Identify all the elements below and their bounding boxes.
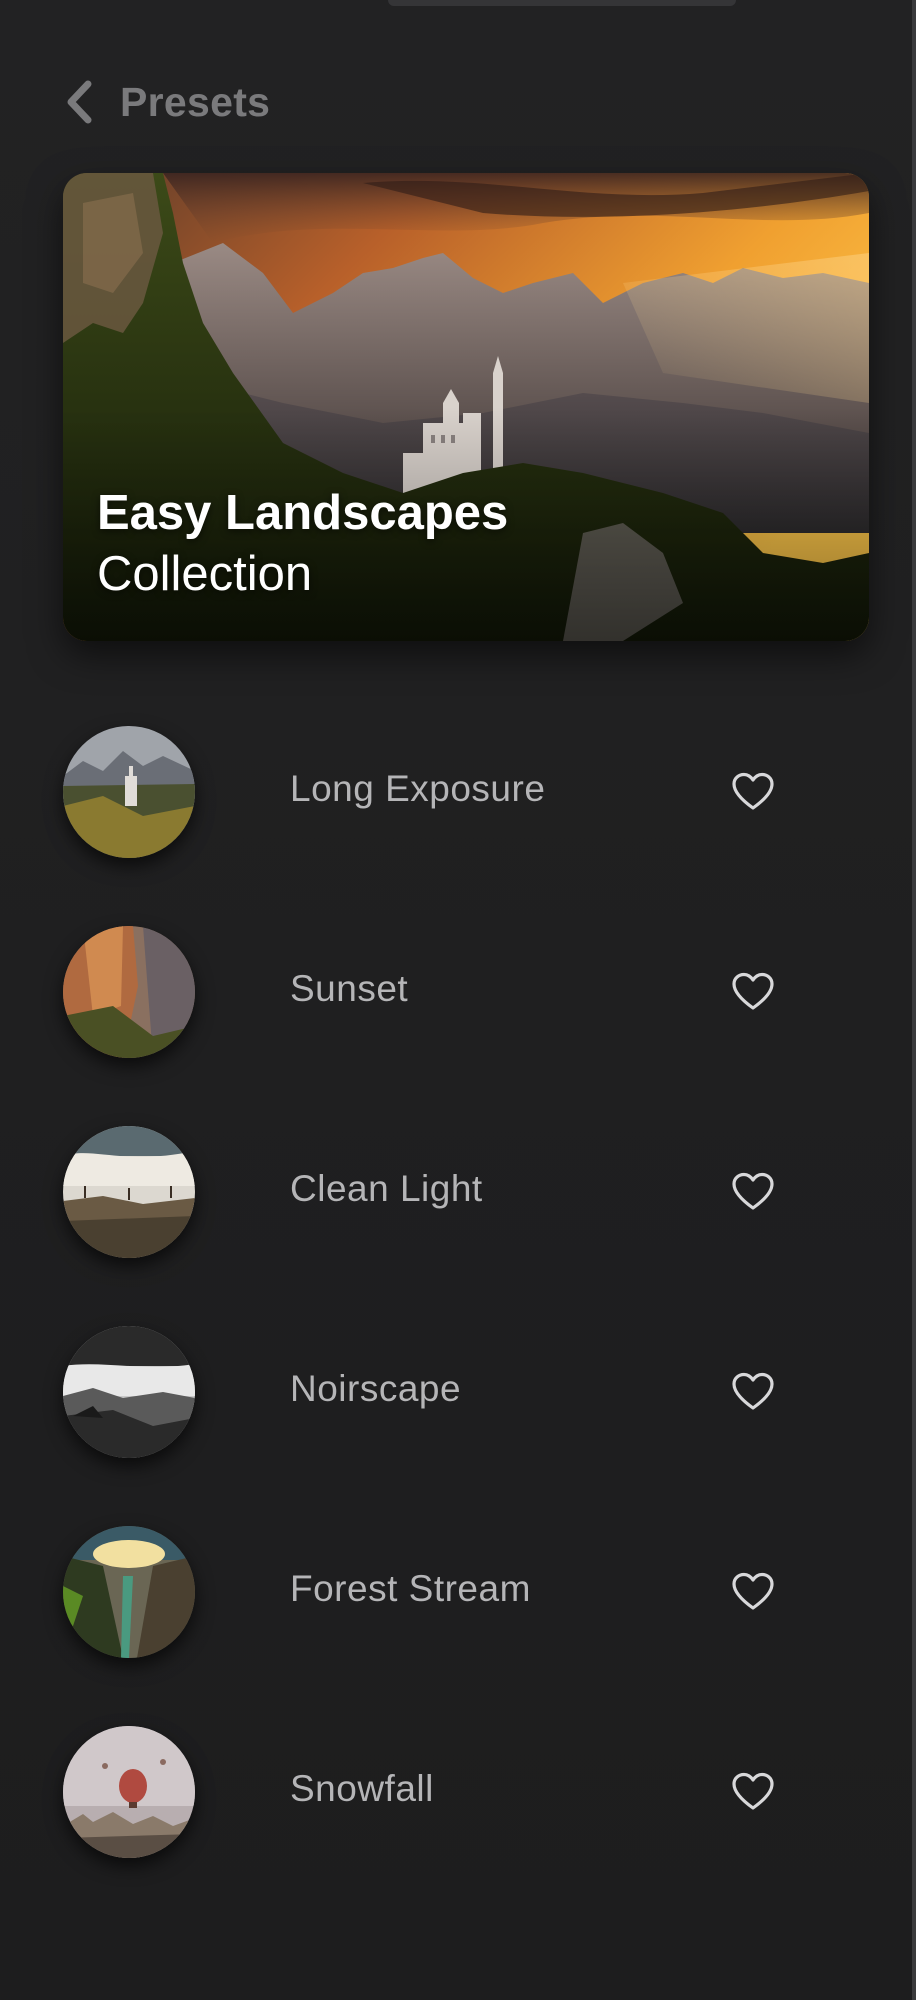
preset-row-sunset[interactable]: Sunset [63,926,869,1126]
preset-label: Long Exposure [290,768,546,809]
preset-row-clean-light[interactable]: Clean Light [63,1126,869,1326]
preset-thumbnail [63,726,195,858]
collection-subtitle: Collection [97,547,313,601]
hero-caption: Easy Landscapes Collection [97,483,508,605]
heart-icon[interactable] [729,1768,777,1816]
preset-row-snowfall[interactable]: Snowfall [63,1726,869,1926]
preset-thumbnail [63,1726,195,1858]
preset-label: Snowfall [290,1768,434,1809]
preset-thumbnail [63,1526,195,1658]
heart-icon[interactable] [729,1568,777,1616]
heart-icon[interactable] [729,1168,777,1216]
heart-icon[interactable] [729,968,777,1016]
heart-icon[interactable] [729,1368,777,1416]
back-navigation[interactable]: Presets [62,70,270,134]
preset-label: Forest Stream [290,1568,531,1609]
collection-hero-card[interactable]: Easy Landscapes Collection [63,173,869,641]
preset-label: Noirscape [290,1368,462,1409]
top-handle[interactable] [388,0,736,6]
chevron-left-icon[interactable] [62,76,96,128]
preset-list: Long Exposure Sunset Clean Light Noirsca… [63,726,869,1926]
collection-title: Easy Landscapes [97,486,509,540]
preset-thumbnail [63,1126,195,1258]
presets-screen: Presets Easy Landscapes Collection Long … [0,0,916,2000]
scroll-edge [912,0,916,2000]
preset-label: Clean Light [290,1168,483,1209]
preset-row-noirscape[interactable]: Noirscape [63,1326,869,1526]
preset-thumbnail [63,1326,195,1458]
heart-icon[interactable] [729,768,777,816]
preset-thumbnail [63,926,195,1058]
preset-row-long-exposure[interactable]: Long Exposure [63,726,869,926]
preset-label: Sunset [290,968,409,1009]
preset-row-forest-stream[interactable]: Forest Stream [63,1526,869,1726]
page-title: Presets [120,78,271,125]
